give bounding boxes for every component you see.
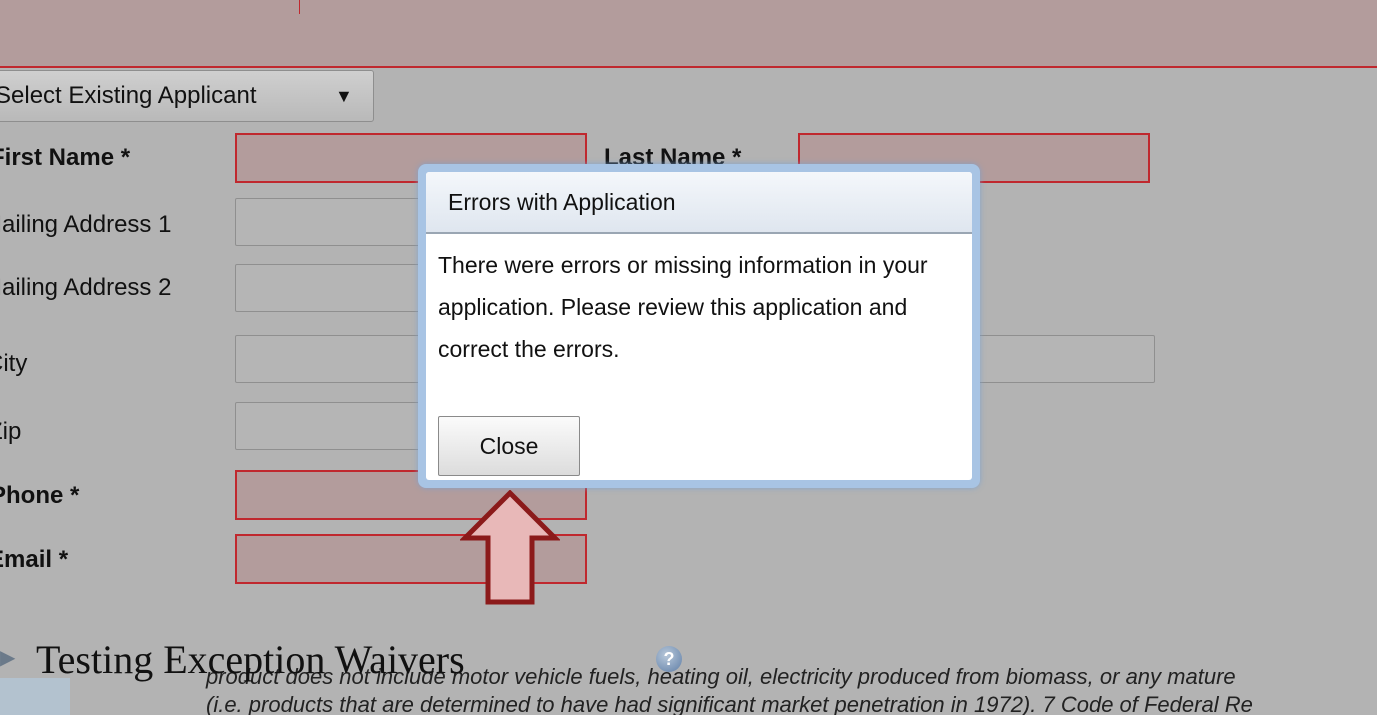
help-icon[interactable]: ? [656,646,682,672]
mailing-address-1-label: Mailing Address 1 [0,211,172,238]
dialog-title: Errors with Application [426,172,972,234]
phone-label: Phone * [0,482,80,509]
application-form-page: Select Existing Applicant ▼ First Name *… [0,0,1377,715]
mailing-address-2-label: Mailing Address 2 [0,274,172,301]
error-dialog-content: Errors with Application There were error… [426,172,972,480]
first-name-label: First Name * [0,144,131,171]
section-text-line-2: (i.e. products that are determined to ha… [206,692,1253,715]
section-title: Testing Exception Waivers [36,637,465,682]
state-field[interactable] [975,335,1155,383]
top-banner [0,0,1377,68]
expand-caret-icon[interactable]: ▶ [0,645,15,670]
mailing-address-1-field[interactable] [235,198,435,246]
city-label: City [0,350,28,377]
error-dialog: Errors with Application There were error… [418,164,980,488]
zip-label: Zip [0,418,22,445]
applicant-select-label: Select Existing Applicant [0,82,257,109]
city-field[interactable] [235,335,435,383]
left-pattern-strip [0,678,70,715]
close-button[interactable]: Close [438,416,580,476]
mailing-address-2-field[interactable] [235,264,435,312]
caret-down-icon: ▼ [335,86,353,106]
dialog-message: There were errors or missing information… [438,252,928,362]
annotation-up-arrow [460,490,560,605]
email-label: Email * [0,546,69,573]
zip-field[interactable] [235,402,435,450]
applicant-select[interactable]: Select Existing Applicant ▼ [0,70,374,122]
